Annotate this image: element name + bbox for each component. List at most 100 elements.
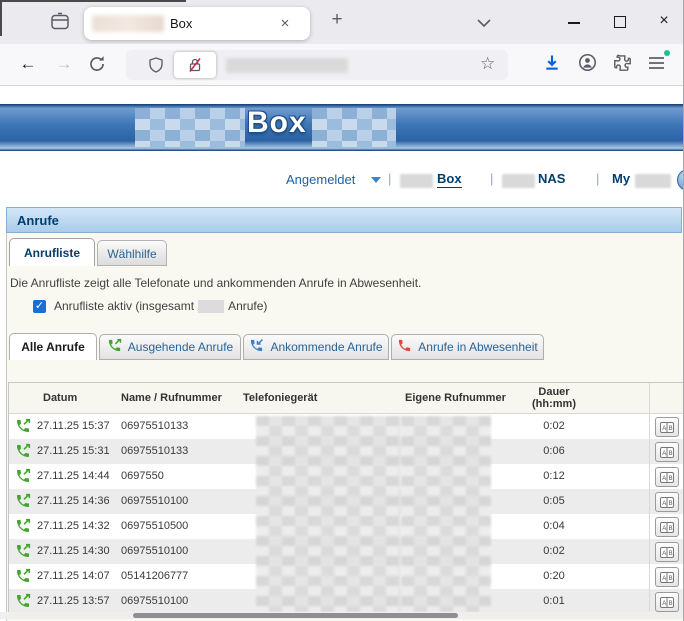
logo-blurred-left: [135, 108, 245, 147]
tab-close-icon[interactable]: ×: [276, 15, 294, 33]
call-duration: 0:02: [519, 545, 589, 557]
call-date: 27.11.25 14:44: [37, 470, 110, 482]
nav-link-fritznas[interactable]: NAS: [538, 171, 565, 186]
svg-text:A: A: [662, 426, 666, 432]
tab-waehlhilfe[interactable]: Wählhilfe: [97, 240, 167, 266]
address-bar[interactable]: ☆: [126, 50, 508, 80]
window-maximize-button[interactable]: [602, 10, 638, 34]
call-count-blurred: [198, 300, 224, 313]
checkbox-label-pre: Anrufliste aktiv (insgesamt: [54, 299, 194, 313]
menu-hamburger-icon[interactable]: [648, 56, 665, 75]
chevron-down-icon[interactable]: [371, 177, 381, 183]
device-column-blurred: [256, 416, 401, 612]
tracking-protection-shield-icon[interactable]: [148, 57, 164, 78]
table-column-separator: [649, 383, 650, 614]
call-date: 27.11.25 15:31: [37, 445, 110, 457]
phonebook-icon: A B: [660, 447, 674, 458]
call-number: 06975510100: [121, 495, 188, 507]
call-number: 06975510100: [121, 595, 188, 607]
new-tab-button[interactable]: +: [326, 9, 348, 31]
call-direction-icon: [107, 338, 122, 356]
add-to-phonebook-button[interactable]: A B: [655, 592, 679, 612]
window-close-button[interactable]: ×: [646, 8, 682, 34]
call-direction-icon: [249, 338, 264, 356]
col-header-datum: Datum: [43, 392, 77, 404]
svg-text:B: B: [669, 451, 673, 457]
checkbox-label: Anrufliste aktiv (insgesamt Anrufe): [54, 299, 267, 313]
nav-blurred-brand: [635, 174, 671, 188]
nav-link-myfritz[interactable]: My: [612, 171, 630, 186]
phonebook-icon: A B: [660, 597, 674, 608]
call-number: 0697550: [121, 470, 164, 482]
nav-blurred-brand: [502, 174, 535, 188]
anrufliste-aktiv-checkbox[interactable]: ✓: [33, 300, 46, 313]
svg-text:A: A: [662, 526, 666, 532]
outgoing-call-icon: [15, 518, 31, 539]
call-date: 27.11.25 14:32: [37, 520, 110, 532]
svg-text:A: A: [662, 476, 666, 482]
add-to-phonebook-button[interactable]: A B: [655, 467, 679, 487]
outgoing-call-icon: [15, 493, 31, 514]
call-duration: 0:05: [519, 495, 589, 507]
reload-icon[interactable]: [88, 55, 106, 78]
call-number: 06975510100: [121, 545, 188, 557]
window-minimize-button[interactable]: [556, 10, 592, 34]
lock-slash-icon: [187, 57, 203, 73]
browser-tab[interactable]: Box ×: [84, 7, 310, 40]
account-icon[interactable]: [578, 53, 597, 77]
col-header-duration-line2: (hh:mm): [519, 398, 589, 410]
forward-button[interactable]: →: [50, 50, 78, 78]
svg-text:A: A: [662, 551, 666, 557]
filter-tab-label: Anrufe in Abwesenheit: [418, 340, 537, 354]
svg-text:B: B: [669, 551, 673, 557]
filter-tab-label: Alle Anrufe: [21, 340, 85, 354]
svg-text:B: B: [669, 426, 673, 432]
phonebook-icon: A B: [660, 422, 674, 433]
logo-blurred-right: [312, 108, 396, 147]
call-number: 06975510133: [121, 420, 188, 432]
call-duration: 0:20: [519, 570, 589, 582]
svg-text:A: A: [662, 576, 666, 582]
col-header-name: Name / Rufnummer: [121, 392, 222, 404]
call-number: 06975510133: [121, 445, 188, 457]
filter-tab-outgoing[interactable]: Ausgehende Anrufe: [99, 334, 241, 360]
list-all-tabs-icon[interactable]: [476, 14, 492, 32]
nav-separator: |: [490, 171, 493, 186]
filter-tab-incoming[interactable]: Ankommende Anrufe: [243, 334, 389, 360]
filter-tab-missed[interactable]: Anrufe in Abwesenheit: [391, 334, 544, 360]
logo-text: Box: [247, 106, 307, 140]
add-to-phonebook-button[interactable]: A B: [655, 492, 679, 512]
firefox-view-icon[interactable]: [50, 12, 70, 37]
tab-title: Box: [170, 16, 192, 31]
outgoing-call-icon: [15, 593, 31, 614]
page-title: Anrufe: [17, 213, 59, 228]
tab-favicon-blurred: [92, 15, 164, 32]
filter-tab-all[interactable]: Alle Anrufe: [9, 333, 97, 360]
call-duration: 0:04: [519, 520, 589, 532]
add-to-phonebook-button[interactable]: A B: [655, 442, 679, 462]
bookmark-star-icon[interactable]: ☆: [480, 54, 495, 74]
col-header-own: Eigene Rufnummer: [405, 392, 506, 404]
add-to-phonebook-button[interactable]: A B: [655, 517, 679, 537]
svg-text:B: B: [669, 601, 673, 607]
add-to-phonebook-button[interactable]: A B: [655, 417, 679, 437]
add-to-phonebook-button[interactable]: A B: [655, 542, 679, 562]
back-button[interactable]: ←: [14, 50, 42, 78]
horizontal-scrollbar-thumb[interactable]: [133, 613, 458, 618]
add-to-phonebook-button[interactable]: A B: [655, 567, 679, 587]
call-duration: 0:12: [519, 470, 589, 482]
extensions-puzzle-icon[interactable]: [613, 53, 632, 77]
nav-link-fritzbox[interactable]: Box: [437, 171, 462, 188]
url-text-blurred: [226, 58, 348, 73]
tab-anrufliste[interactable]: Anrufliste: [9, 238, 95, 266]
phonebook-icon: A B: [660, 547, 674, 558]
col-header-device: Telefoniegerät: [243, 392, 317, 404]
downloads-icon[interactable]: [542, 53, 562, 78]
checkbox-label-post: Anrufe): [228, 299, 267, 313]
insecure-connection-indicator[interactable]: [174, 52, 216, 78]
svg-text:A: A: [662, 501, 666, 507]
call-date: 27.11.25 15:37: [37, 420, 110, 432]
col-header-duration-line1: Dauer: [519, 386, 589, 398]
logged-in-label[interactable]: Angemeldet: [286, 172, 355, 187]
call-direction-icon: [397, 338, 412, 356]
